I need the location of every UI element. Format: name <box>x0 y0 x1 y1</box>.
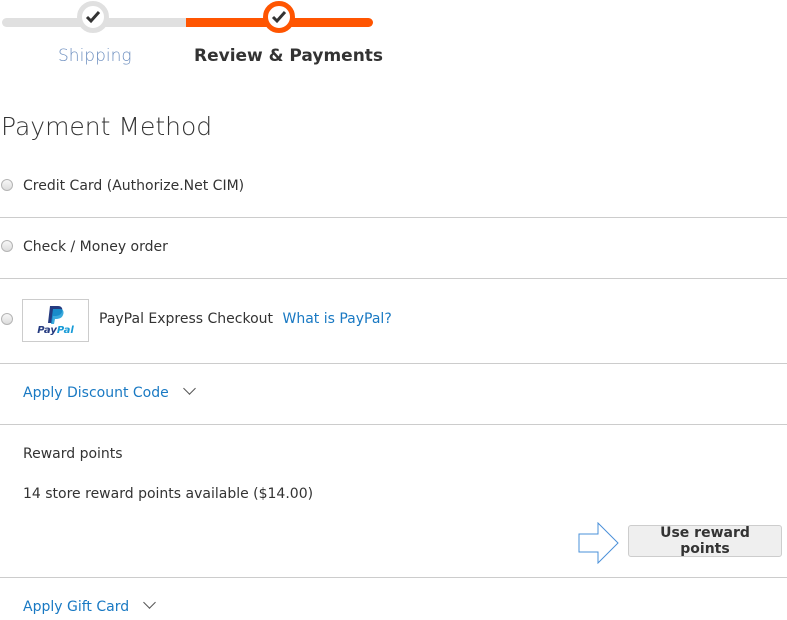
divider <box>0 577 787 578</box>
radio-paypal[interactable] <box>1 313 13 325</box>
paypal-label-text[interactable]: PayPal Express Checkout <box>99 311 273 327</box>
payment-method-check-label[interactable]: Check / Money order <box>23 239 168 255</box>
step-review-marker <box>263 1 295 33</box>
payment-method-paypal-label: PayPal Express Checkout What is PayPal? <box>99 311 392 327</box>
reward-points-available: 14 store reward points available ($14.00… <box>23 486 314 502</box>
discount-code-toggle[interactable]: Apply Discount Code <box>23 382 196 401</box>
arrow-right-icon <box>578 522 619 564</box>
chevron-down-icon[interactable] <box>182 382 196 395</box>
what-is-paypal-link[interactable]: What is PayPal? <box>282 311 391 327</box>
step-review-label: Review & Payments <box>194 46 384 66</box>
divider <box>0 278 787 279</box>
divider <box>0 363 787 364</box>
paypal-p-icon <box>47 306 64 324</box>
reward-points-title: Reward points <box>23 446 123 462</box>
checkmark-icon <box>271 11 287 24</box>
radio-check-money-order[interactable] <box>1 240 13 252</box>
checkmark-icon <box>85 11 101 24</box>
use-reward-points-button[interactable]: Use reward points <box>628 525 782 557</box>
gift-card-toggle[interactable]: Apply Gift Card <box>23 596 156 615</box>
radio-credit-card[interactable] <box>1 179 13 191</box>
page-title: Payment Method <box>1 112 213 141</box>
chevron-down-icon[interactable] <box>143 596 156 609</box>
payment-method-credit-card-label[interactable]: Credit Card (Authorize.Net CIM) <box>23 178 244 194</box>
paypal-logo-text: PayPal <box>37 325 74 336</box>
checkout-progress-bar: Shipping Review & Payments <box>0 0 384 80</box>
step-shipping-label[interactable]: Shipping <box>58 46 132 66</box>
gift-card-label[interactable]: Apply Gift Card <box>23 599 129 615</box>
step-shipping-marker[interactable] <box>77 1 109 33</box>
discount-code-label[interactable]: Apply Discount Code <box>23 385 169 401</box>
divider <box>0 217 787 218</box>
divider <box>0 424 787 425</box>
paypal-logo: PayPal <box>22 299 89 342</box>
